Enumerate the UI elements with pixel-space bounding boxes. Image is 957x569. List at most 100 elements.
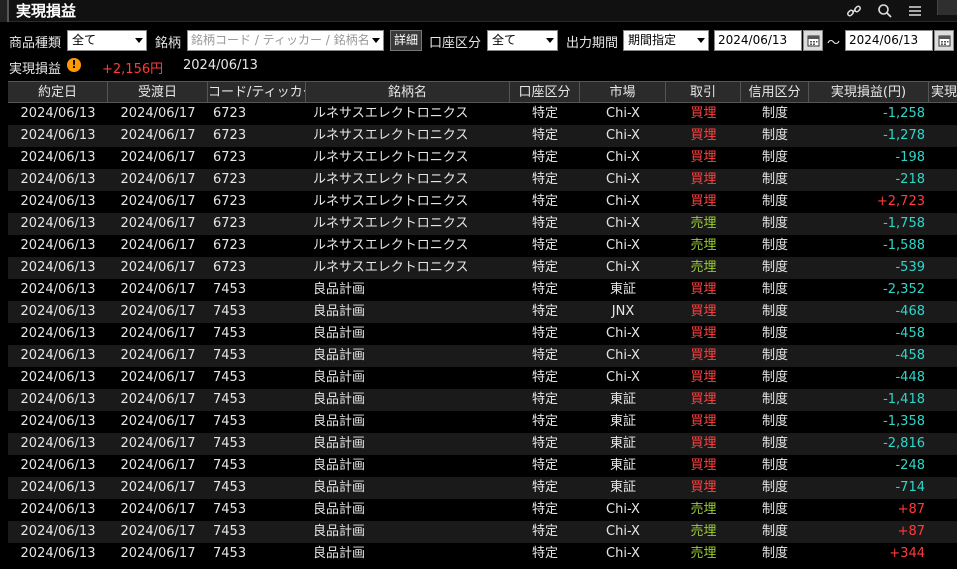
col-account[interactable]: 口座区分 xyxy=(510,82,580,103)
cell-margin: 制度 xyxy=(761,326,788,341)
cell-realized-pl: -1,588 xyxy=(883,238,925,253)
cell-code: 6723 xyxy=(213,194,247,209)
cell-settle-date: 2024/06/17 xyxy=(120,414,196,429)
cell-trade: 買埋 xyxy=(690,128,717,143)
cell-name: ルネサスエレクトロニクス xyxy=(313,150,469,165)
cell-name: 良品計画 xyxy=(313,546,366,561)
product-type-select[interactable]: 全て xyxy=(67,30,147,51)
account-type-select[interactable]: 全て xyxy=(487,30,558,51)
table-row[interactable]: 2024/06/13 2024/06/17 6723 ルネサスエレクトロニクス 特定 Ch… xyxy=(8,235,957,257)
table-row[interactable]: 2024/06/13 2024/06/17 7453 良品計画 特定 JNX 買埋 制度 -46… xyxy=(8,301,957,323)
account-type-value: 全て xyxy=(492,33,517,47)
table-row[interactable]: 2024/06/13 2024/06/17 6723 ルネサスエレクトロニクス 特定 Ch… xyxy=(8,103,957,125)
cell-trade: 買埋 xyxy=(690,370,717,385)
cell-market: Chi-X xyxy=(606,128,640,143)
date-from-input[interactable]: 2024/06/13 xyxy=(714,30,802,51)
cell-account: 特定 xyxy=(531,502,558,517)
table-row[interactable]: 2024/06/13 2024/06/17 6723 ルネサスエレクトロニクス 特定 Ch… xyxy=(8,169,957,191)
cell-realized-pl: -1,758 xyxy=(883,216,925,231)
table-row[interactable]: 2024/06/13 2024/06/17 7453 良品計画 特定 Chi-X 売埋 制度 +… xyxy=(8,521,957,543)
cell-settle-date: 2024/06/17 xyxy=(120,370,196,385)
period-select[interactable]: 期間指定 xyxy=(623,30,709,51)
cell-trade-date: 2024/06/13 xyxy=(20,172,96,187)
period-value: 期間指定 xyxy=(628,33,677,47)
close-icon[interactable] xyxy=(937,0,957,15)
cell-margin: 制度 xyxy=(761,172,788,187)
col-settle-date[interactable]: 受渡日 xyxy=(108,82,208,103)
cell-realized-pl: -1,418 xyxy=(883,392,925,407)
col-code[interactable]: コード/ティッカー xyxy=(208,82,306,103)
table-row[interactable]: 2024/06/13 2024/06/17 7453 良品計画 特定 Chi-X 買埋 制度 -… xyxy=(8,367,957,389)
cell-trade-date: 2024/06/13 xyxy=(20,348,96,363)
calendar-from-icon[interactable] xyxy=(803,30,823,51)
table-row[interactable]: 2024/06/13 2024/06/17 7453 良品計画 特定 東証 買埋 制度 -1,4… xyxy=(8,389,957,411)
cell-code: 6723 xyxy=(213,106,247,121)
cell-trade: 買埋 xyxy=(690,480,717,495)
cell-name: ルネサスエレクトロニクス xyxy=(313,106,469,121)
col-realized-extra[interactable]: 実現 xyxy=(929,82,957,103)
table-row[interactable]: 2024/06/13 2024/06/17 7453 良品計画 特定 東証 買埋 制度 -2,3… xyxy=(8,279,957,301)
col-market[interactable]: 市場 xyxy=(580,82,666,103)
cell-realized-pl: -2,816 xyxy=(883,436,925,451)
table-row[interactable]: 2024/06/13 2024/06/17 7453 良品計画 特定 Chi-X 売埋 制度 +… xyxy=(8,543,957,565)
cell-trade-date: 2024/06/13 xyxy=(20,524,96,539)
cell-code: 7453 xyxy=(213,414,247,429)
cell-name: 良品計画 xyxy=(313,370,366,385)
cell-margin: 制度 xyxy=(761,260,788,275)
cell-margin: 制度 xyxy=(761,414,788,429)
cell-code: 7453 xyxy=(213,304,247,319)
table-row[interactable]: 2024/06/13 2024/06/17 7453 良品計画 特定 東証 買埋 制度 -1,3… xyxy=(8,411,957,433)
detail-button[interactable]: 詳細 xyxy=(390,30,422,51)
menu-icon[interactable] xyxy=(903,0,927,22)
summary-label: 実現損益 xyxy=(9,62,62,77)
cell-account: 特定 xyxy=(531,546,558,561)
col-margin[interactable]: 信用区分 xyxy=(741,82,809,103)
table-row[interactable]: 2024/06/13 2024/06/17 7453 良品計画 特定 東証 買埋 制度 -2,8… xyxy=(8,433,957,455)
cell-trade: 買埋 xyxy=(690,282,717,297)
table-row[interactable]: 2024/06/13 2024/06/17 6723 ルネサスエレクトロニクス 特定 Ch… xyxy=(8,147,957,169)
calendar-to-icon[interactable] xyxy=(934,30,954,51)
cell-realized-pl: -714 xyxy=(895,480,925,495)
cell-margin: 制度 xyxy=(761,106,788,121)
cell-code: 6723 xyxy=(213,260,247,275)
col-trade-date[interactable]: 約定日 xyxy=(8,82,108,103)
cell-settle-date: 2024/06/17 xyxy=(120,260,196,275)
cell-settle-date: 2024/06/17 xyxy=(120,106,196,121)
cell-margin: 制度 xyxy=(761,370,788,385)
table-row[interactable]: 2024/06/13 2024/06/17 7453 良品計画 特定 Chi-X 買埋 制度 -… xyxy=(8,345,957,367)
table-row[interactable]: 2024/06/13 2024/06/17 7453 良品計画 特定 東証 買埋 制度 -714 xyxy=(8,477,957,499)
table-row[interactable]: 2024/06/13 2024/06/17 6723 ルネサスエレクトロニクス 特定 Ch… xyxy=(8,257,957,279)
cell-trade: 売埋 xyxy=(690,502,717,517)
cell-trade: 売埋 xyxy=(690,524,717,539)
cell-account: 特定 xyxy=(531,458,558,473)
table-row[interactable]: 2024/06/13 2024/06/17 7453 良品計画 特定 東証 買埋 制度 -248 xyxy=(8,455,957,477)
table-row[interactable]: 2024/06/13 2024/06/17 7453 良品計画 特定 Chi-X 売埋 制度 +… xyxy=(8,499,957,521)
link-icon[interactable] xyxy=(842,0,866,22)
cell-account: 特定 xyxy=(531,150,558,165)
warning-icon[interactable]: ! xyxy=(67,58,81,72)
table-row[interactable]: 2024/06/13 2024/06/17 6723 ルネサスエレクトロニクス 特定 Ch… xyxy=(8,125,957,147)
col-realized-pl[interactable]: 実現損益(円) xyxy=(809,82,929,103)
symbol-input[interactable]: 銘柄コード / ティッカー / 銘柄名 xyxy=(187,30,384,51)
cell-settle-date: 2024/06/17 xyxy=(120,392,196,407)
cell-name: ルネサスエレクトロニクス xyxy=(313,260,469,275)
cell-margin: 制度 xyxy=(761,480,788,495)
cell-market: Chi-X xyxy=(606,370,640,385)
cell-realized-pl: -248 xyxy=(895,458,925,473)
col-trade[interactable]: 取引 xyxy=(666,82,741,103)
window-title: 実現損益 xyxy=(16,2,77,20)
cell-market: 東証 xyxy=(609,414,636,429)
table-row[interactable]: 2024/06/13 2024/06/17 7453 良品計画 特定 Chi-X 買埋 制度 -… xyxy=(8,323,957,345)
cell-trade-date: 2024/06/13 xyxy=(20,282,96,297)
search-icon[interactable] xyxy=(873,0,897,22)
account-type-label: 口座区分 xyxy=(429,36,482,51)
cell-trade-date: 2024/06/13 xyxy=(20,326,96,341)
cell-settle-date: 2024/06/17 xyxy=(120,172,196,187)
cell-realized-pl: -2,352 xyxy=(883,282,925,297)
cell-trade-date: 2024/06/13 xyxy=(20,194,96,209)
table-row[interactable]: 2024/06/13 2024/06/17 6723 ルネサスエレクトロニクス 特定 Ch… xyxy=(8,213,957,235)
cell-market: 東証 xyxy=(609,480,636,495)
col-name[interactable]: 銘柄名 xyxy=(306,82,510,103)
table-row[interactable]: 2024/06/13 2024/06/17 6723 ルネサスエレクトロニクス 特定 Ch… xyxy=(8,191,957,213)
date-to-input[interactable]: 2024/06/13 xyxy=(845,30,933,51)
